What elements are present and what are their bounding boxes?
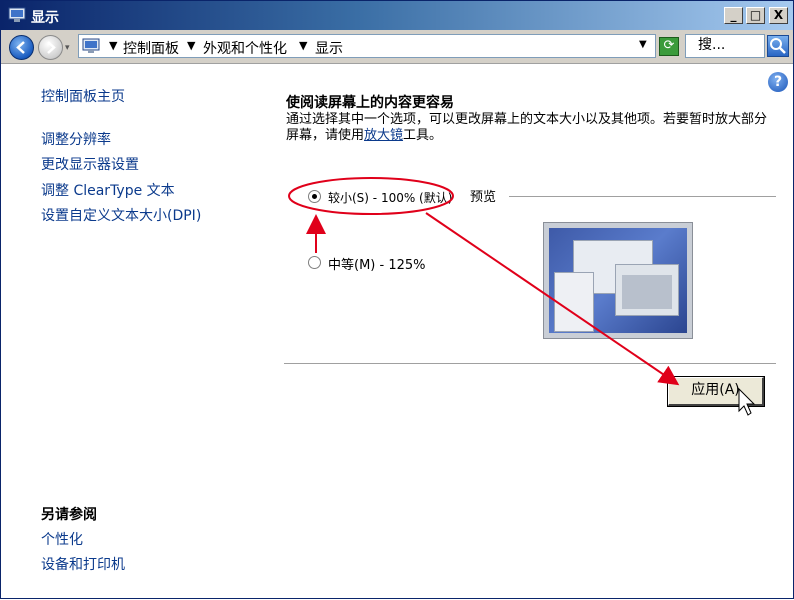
address-bar[interactable]: ▼ 控制面板 ▼ 外观和个性化 ▼ 显示 ▼ xyxy=(78,34,656,58)
back-button[interactable] xyxy=(9,35,34,60)
recent-pages-dropdown[interactable]: ▾ xyxy=(65,43,70,53)
apply-button[interactable]: 应用(A) xyxy=(667,376,765,407)
search-button[interactable] xyxy=(767,35,789,57)
preview-label: 预览 xyxy=(470,190,497,205)
option-smaller-label[interactable]: 较小(S) - 100% (默认) xyxy=(328,189,452,206)
arrow-right-icon xyxy=(47,41,56,54)
chevron-right-icon[interactable]: ▼ xyxy=(109,39,117,52)
sidebar-item-custom-dpi[interactable]: 设置自定义文本大小(DPI) xyxy=(41,205,201,225)
see-also-personalization[interactable]: 个性化 xyxy=(41,529,83,549)
page-title: 使阅读屏幕上的内容更容易 xyxy=(286,95,454,111)
description-tail: 工具。 xyxy=(403,128,443,143)
preview-divider xyxy=(509,196,776,197)
chevron-right-icon[interactable]: ▼ xyxy=(299,39,307,52)
address-dropdown-icon[interactable]: ▼ xyxy=(639,39,647,50)
preview-window-content xyxy=(622,275,672,309)
preview-screen xyxy=(549,228,687,333)
see-also-devices-printers[interactable]: 设备和打印机 xyxy=(41,554,125,574)
search-input[interactable]: 搜... xyxy=(685,34,765,58)
maximize-button[interactable]: □ xyxy=(746,7,765,24)
refresh-button[interactable]: ⟳ xyxy=(659,37,679,56)
display-window: 显示 _ □ X ▾ ▼ 控制面板 ▼ 外观和个性化 ▼ 显示 ▼ ⟳ 搜...… xyxy=(0,0,794,599)
sidebar-item-monitor-settings[interactable]: 更改显示器设置 xyxy=(41,154,139,174)
forward-button[interactable] xyxy=(38,35,63,60)
title-bar: 显示 _ □ X xyxy=(1,1,793,30)
arrow-left-icon xyxy=(16,41,25,54)
radio-smaller[interactable] xyxy=(308,190,321,203)
sidebar-item-resolution[interactable]: 调整分辨率 xyxy=(41,129,111,149)
sidebar-item-home[interactable]: 控制面板主页 xyxy=(41,86,125,106)
window-title: 显示 xyxy=(31,10,59,26)
preview-image xyxy=(543,222,693,339)
preview-window xyxy=(554,272,594,332)
option-medium-label[interactable]: 中等(M) - 125% xyxy=(328,254,425,273)
close-button[interactable]: X xyxy=(769,7,788,24)
control-panel-icon xyxy=(82,38,100,53)
breadcrumb-appearance[interactable]: 外观和个性化 xyxy=(203,38,287,58)
see-also-heading: 另请参阅 xyxy=(41,507,97,523)
sidebar-item-cleartype[interactable]: 调整 ClearType 文本 xyxy=(41,180,175,200)
page-description: 通过选择其中一个选项，可以更改屏幕上的文本大小以及其他项。若要暂时放大部分屏幕，… xyxy=(286,112,776,144)
search-icon xyxy=(770,38,786,54)
minimize-button[interactable]: _ xyxy=(724,7,743,24)
breadcrumb-display[interactable]: 显示 xyxy=(315,38,343,58)
display-icon xyxy=(8,7,26,22)
chevron-right-icon[interactable]: ▼ xyxy=(187,39,195,52)
breadcrumb-control-panel[interactable]: 控制面板 xyxy=(123,38,179,58)
description-text: 通过选择其中一个选项，可以更改屏幕上的文本大小以及其他项。若要暂时放大部分屏幕，… xyxy=(286,112,768,143)
radio-selected-dot xyxy=(312,194,317,199)
radio-medium[interactable] xyxy=(308,256,321,269)
preview-window xyxy=(615,264,679,316)
magnifier-link[interactable]: 放大镜 xyxy=(364,128,403,143)
section-divider xyxy=(284,363,776,364)
help-icon[interactable]: ? xyxy=(768,72,788,92)
